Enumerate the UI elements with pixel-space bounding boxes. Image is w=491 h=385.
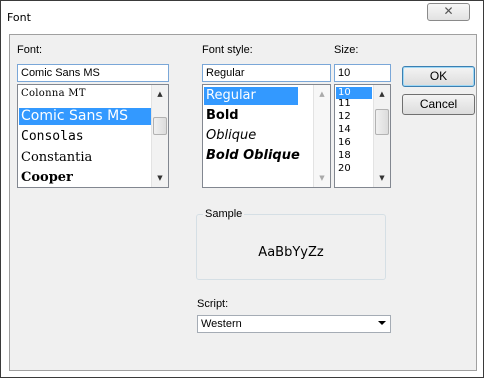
size-item[interactable]: 11 — [336, 98, 372, 110]
script-select-value: Western — [201, 318, 242, 330]
font-style-item[interactable]: Bold — [204, 107, 314, 125]
size-item[interactable]: 20 — [336, 163, 372, 175]
font-style-scrollbar[interactable]: ▲ ▼ — [313, 85, 330, 187]
close-button[interactable]: ✕ — [427, 3, 470, 21]
triangle-up-icon[interactable]: ▲ — [152, 86, 168, 102]
close-icon: ✕ — [443, 4, 454, 18]
font-style-item-selected[interactable]: Regular — [204, 87, 298, 105]
size-item[interactable]: 16 — [336, 137, 372, 149]
font-list-scrollbar[interactable]: ▲ ▼ — [151, 85, 168, 187]
font-scroll-thumb[interactable] — [153, 117, 167, 135]
size-label: Size: — [334, 44, 359, 56]
triangle-down-icon[interactable]: ▼ — [374, 170, 390, 186]
font-style-item[interactable]: Bold Oblique — [204, 147, 314, 165]
triangle-up-icon[interactable]: ▲ — [314, 86, 330, 102]
sample-preview-text: AaBbYyZz — [258, 245, 324, 260]
font-list-item-selected[interactable]: Comic Sans MS — [19, 108, 152, 125]
font-list-item[interactable]: Colonna MT — [19, 88, 152, 105]
triangle-down-icon[interactable]: ▼ — [152, 170, 168, 186]
font-list-item[interactable]: Consolas — [19, 128, 152, 145]
triangle-down-icon[interactable]: ▼ — [314, 170, 330, 186]
font-style-input[interactable]: Regular — [202, 64, 331, 82]
font-listbox[interactable]: Colonna MT Comic Sans MS Consolas Consta… — [17, 84, 169, 188]
title-bar[interactable]: Font ✕ — [1, 1, 483, 34]
sample-group: Sample AaBbYyZz — [196, 208, 386, 280]
sample-label: Sample — [203, 208, 245, 220]
triangle-up-icon[interactable]: ▲ — [374, 86, 390, 102]
size-item[interactable]: 12 — [336, 111, 372, 123]
dialog-client-area: Font: Comic Sans MS Colonna MT Comic San… — [9, 34, 477, 371]
size-scroll-thumb[interactable] — [375, 109, 389, 135]
font-label: Font: — [17, 44, 43, 56]
font-name-input[interactable]: Comic Sans MS — [17, 64, 169, 82]
font-style-item[interactable]: Oblique — [204, 127, 314, 145]
ok-button[interactable]: OK — [402, 66, 475, 87]
font-list-item[interactable]: Cooper — [19, 169, 152, 186]
font-dialog: Font ✕ Font: Comic Sans MS Colonna MT Co… — [0, 0, 484, 378]
size-item[interactable]: 18 — [336, 150, 372, 162]
size-listbox[interactable]: 10 11 12 14 16 18 20 ▲ ▼ — [334, 84, 391, 188]
script-select[interactable]: Western — [197, 315, 391, 333]
dialog-title: Font — [7, 11, 31, 24]
size-item[interactable]: 14 — [336, 124, 372, 136]
cancel-button[interactable]: Cancel — [402, 94, 475, 115]
font-list-item[interactable]: Constantia — [19, 149, 152, 166]
chevron-down-icon[interactable] — [378, 321, 386, 325]
script-label: Script: — [197, 298, 229, 310]
size-list-scrollbar[interactable]: ▲ ▼ — [373, 85, 390, 187]
font-style-listbox[interactable]: Regular Bold Oblique Bold Oblique ▲ ▼ — [202, 84, 331, 188]
font-style-label: Font style: — [202, 44, 253, 56]
size-input[interactable]: 10 — [334, 64, 391, 82]
